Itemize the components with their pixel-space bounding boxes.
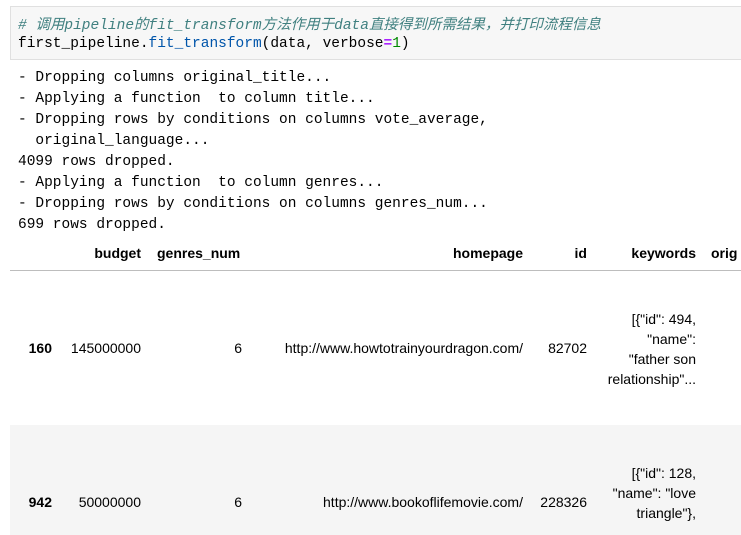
code-comment: # 调用pipeline的fit_transform方法作用于data直接得到所…	[18, 18, 601, 34]
cell-genres-num: 6	[234, 340, 242, 356]
code-method: fit_transform	[148, 36, 262, 52]
cell-budget: 145000000	[70, 340, 141, 356]
output-line: - Dropping columns original_title...	[18, 70, 332, 86]
cell-keywords: [{"id": 494, "name": "father son relatio…	[608, 309, 696, 389]
cell-budget: 50000000	[78, 494, 141, 510]
column-header-id: id	[574, 245, 587, 261]
output-line: - Applying a function to column genres..…	[18, 175, 384, 191]
code-value: 1	[392, 36, 401, 52]
keywords-line: "father son	[628, 351, 696, 367]
code-object: first_pipeline.	[18, 36, 149, 52]
output-line: - Dropping rows by conditions on columns…	[18, 112, 488, 128]
row-index: 160	[28, 340, 52, 356]
keywords-line: [{"id": 494,	[631, 311, 696, 327]
keywords-line: relationship"...	[607, 371, 696, 387]
column-header-homepage: homepage	[452, 245, 523, 261]
keywords-line: [{"id": 128,	[631, 465, 696, 481]
keywords-line: triangle"},	[636, 505, 696, 521]
keywords-line: "name": "love	[612, 485, 696, 501]
column-header-genres-num: genres_num	[157, 245, 241, 261]
output-line: - Applying a function to column title...	[18, 91, 375, 107]
cell-id: 228326	[540, 494, 587, 510]
row-index: 942	[28, 494, 52, 510]
code-operator: =	[383, 36, 393, 52]
cell-id: 82702	[548, 340, 587, 356]
cell-keywords: [{"id": 128, "name": "love triangle"},	[613, 463, 696, 523]
header-divider	[10, 270, 741, 271]
column-header-keywords: keywords	[631, 245, 696, 261]
cell-homepage: http://www.bookoflifemovie.com/	[323, 494, 523, 510]
code-args: (data, verbose	[261, 36, 384, 52]
output-line: 699 rows dropped.	[18, 217, 166, 233]
column-header-budget: budget	[94, 245, 141, 261]
cell-genres-num: 6	[234, 494, 242, 510]
code-paren: )	[400, 36, 410, 52]
keywords-line: "name":	[647, 331, 696, 347]
output-line: original_language...	[18, 133, 210, 149]
column-header-orig: orig	[711, 245, 738, 261]
cell-homepage: http://www.howtotrainyourdragon.com/	[284, 340, 523, 356]
output-line: 4099 rows dropped.	[18, 154, 175, 170]
output-line: - Dropping rows by conditions on columns…	[18, 196, 488, 212]
code-line: first_pipeline.fit_transform(data, verbo…	[18, 36, 410, 52]
